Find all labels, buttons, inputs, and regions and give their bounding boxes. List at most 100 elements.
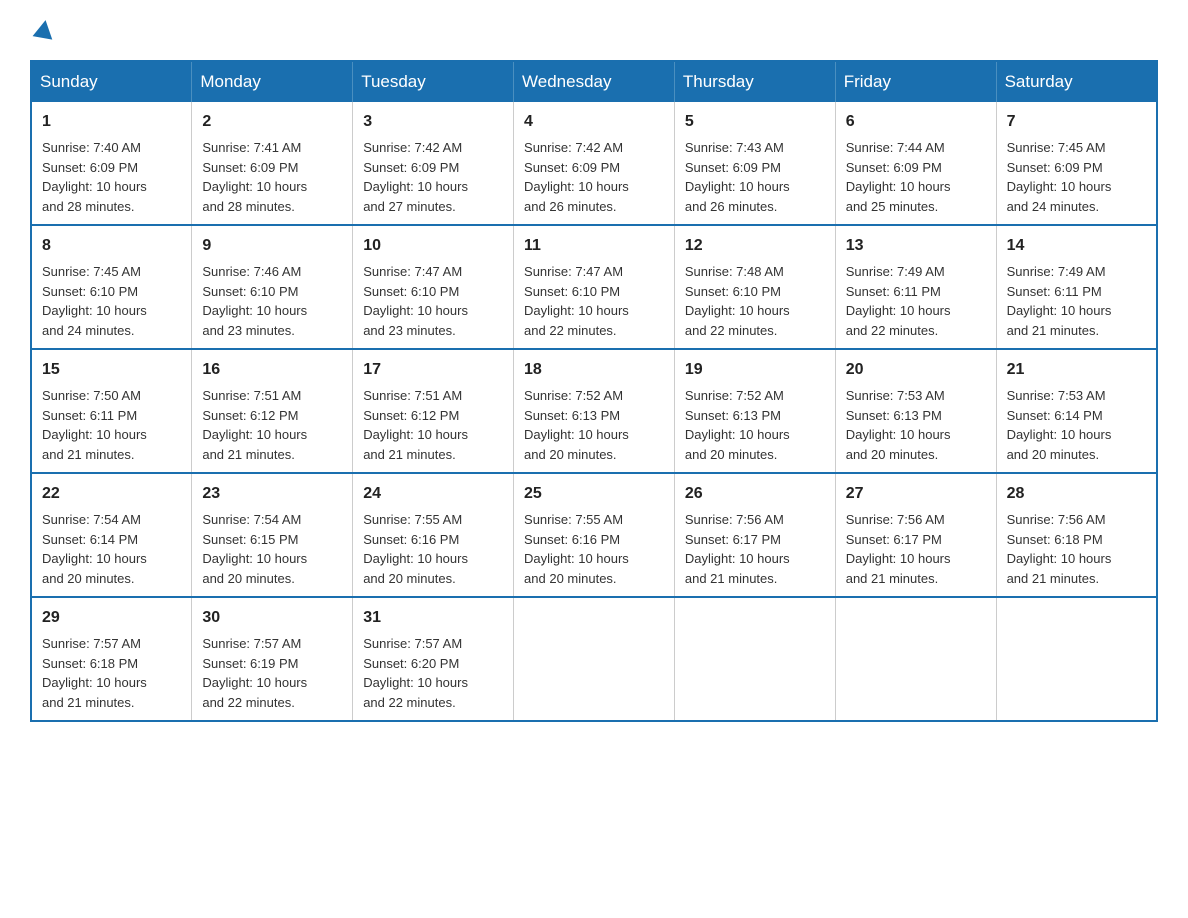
- day-number: 19: [685, 358, 825, 382]
- day-number: 17: [363, 358, 503, 382]
- day-number: 30: [202, 606, 342, 630]
- day-info: Sunrise: 7:53 AMSunset: 6:13 PMDaylight:…: [846, 388, 951, 462]
- day-number: 3: [363, 110, 503, 134]
- day-info: Sunrise: 7:45 AMSunset: 6:10 PMDaylight:…: [42, 264, 147, 338]
- day-info: Sunrise: 7:41 AMSunset: 6:09 PMDaylight:…: [202, 140, 307, 214]
- calendar-cell: 15 Sunrise: 7:50 AMSunset: 6:11 PMDaylig…: [31, 349, 192, 473]
- day-number: 15: [42, 358, 181, 382]
- day-number: 8: [42, 234, 181, 258]
- day-info: Sunrise: 7:45 AMSunset: 6:09 PMDaylight:…: [1007, 140, 1112, 214]
- day-info: Sunrise: 7:57 AMSunset: 6:19 PMDaylight:…: [202, 636, 307, 710]
- calendar-cell: 29 Sunrise: 7:57 AMSunset: 6:18 PMDaylig…: [31, 597, 192, 721]
- header-day-saturday: Saturday: [996, 61, 1157, 102]
- day-number: 9: [202, 234, 342, 258]
- day-number: 25: [524, 482, 664, 506]
- day-number: 26: [685, 482, 825, 506]
- day-number: 7: [1007, 110, 1146, 134]
- calendar-cell: 2 Sunrise: 7:41 AMSunset: 6:09 PMDayligh…: [192, 102, 353, 225]
- calendar-week-5: 29 Sunrise: 7:57 AMSunset: 6:18 PMDaylig…: [31, 597, 1157, 721]
- calendar-cell: 22 Sunrise: 7:54 AMSunset: 6:14 PMDaylig…: [31, 473, 192, 597]
- calendar-cell: [674, 597, 835, 721]
- calendar-cell: 21 Sunrise: 7:53 AMSunset: 6:14 PMDaylig…: [996, 349, 1157, 473]
- day-number: 27: [846, 482, 986, 506]
- calendar-cell: 7 Sunrise: 7:45 AMSunset: 6:09 PMDayligh…: [996, 102, 1157, 225]
- calendar-week-2: 8 Sunrise: 7:45 AMSunset: 6:10 PMDayligh…: [31, 225, 1157, 349]
- day-info: Sunrise: 7:54 AMSunset: 6:14 PMDaylight:…: [42, 512, 147, 586]
- calendar-cell: 6 Sunrise: 7:44 AMSunset: 6:09 PMDayligh…: [835, 102, 996, 225]
- day-info: Sunrise: 7:47 AMSunset: 6:10 PMDaylight:…: [363, 264, 468, 338]
- calendar-cell: 4 Sunrise: 7:42 AMSunset: 6:09 PMDayligh…: [514, 102, 675, 225]
- day-number: 11: [524, 234, 664, 258]
- day-info: Sunrise: 7:55 AMSunset: 6:16 PMDaylight:…: [363, 512, 468, 586]
- calendar-week-4: 22 Sunrise: 7:54 AMSunset: 6:14 PMDaylig…: [31, 473, 1157, 597]
- day-number: 23: [202, 482, 342, 506]
- calendar-cell: [514, 597, 675, 721]
- logo-arrow-icon: [33, 18, 56, 39]
- calendar-cell: 17 Sunrise: 7:51 AMSunset: 6:12 PMDaylig…: [353, 349, 514, 473]
- calendar-cell: 12 Sunrise: 7:48 AMSunset: 6:10 PMDaylig…: [674, 225, 835, 349]
- calendar-cell: 14 Sunrise: 7:49 AMSunset: 6:11 PMDaylig…: [996, 225, 1157, 349]
- header-row: SundayMondayTuesdayWednesdayThursdayFrid…: [31, 61, 1157, 102]
- day-info: Sunrise: 7:56 AMSunset: 6:17 PMDaylight:…: [846, 512, 951, 586]
- day-info: Sunrise: 7:48 AMSunset: 6:10 PMDaylight:…: [685, 264, 790, 338]
- header-day-thursday: Thursday: [674, 61, 835, 102]
- calendar-cell: 28 Sunrise: 7:56 AMSunset: 6:18 PMDaylig…: [996, 473, 1157, 597]
- page-header: [30, 20, 1158, 40]
- day-number: 4: [524, 110, 664, 134]
- day-info: Sunrise: 7:49 AMSunset: 6:11 PMDaylight:…: [1007, 264, 1112, 338]
- day-number: 6: [846, 110, 986, 134]
- calendar-cell: 26 Sunrise: 7:56 AMSunset: 6:17 PMDaylig…: [674, 473, 835, 597]
- logo: [30, 20, 54, 40]
- day-info: Sunrise: 7:51 AMSunset: 6:12 PMDaylight:…: [363, 388, 468, 462]
- day-info: Sunrise: 7:47 AMSunset: 6:10 PMDaylight:…: [524, 264, 629, 338]
- day-info: Sunrise: 7:44 AMSunset: 6:09 PMDaylight:…: [846, 140, 951, 214]
- day-number: 18: [524, 358, 664, 382]
- calendar-cell: 8 Sunrise: 7:45 AMSunset: 6:10 PMDayligh…: [31, 225, 192, 349]
- day-number: 21: [1007, 358, 1146, 382]
- calendar-cell: 31 Sunrise: 7:57 AMSunset: 6:20 PMDaylig…: [353, 597, 514, 721]
- day-info: Sunrise: 7:51 AMSunset: 6:12 PMDaylight:…: [202, 388, 307, 462]
- header-day-monday: Monday: [192, 61, 353, 102]
- day-info: Sunrise: 7:56 AMSunset: 6:18 PMDaylight:…: [1007, 512, 1112, 586]
- day-number: 13: [846, 234, 986, 258]
- calendar-cell: 1 Sunrise: 7:40 AMSunset: 6:09 PMDayligh…: [31, 102, 192, 225]
- day-info: Sunrise: 7:40 AMSunset: 6:09 PMDaylight:…: [42, 140, 147, 214]
- day-number: 10: [363, 234, 503, 258]
- day-info: Sunrise: 7:55 AMSunset: 6:16 PMDaylight:…: [524, 512, 629, 586]
- day-number: 16: [202, 358, 342, 382]
- day-number: 2: [202, 110, 342, 134]
- day-info: Sunrise: 7:53 AMSunset: 6:14 PMDaylight:…: [1007, 388, 1112, 462]
- calendar-cell: 11 Sunrise: 7:47 AMSunset: 6:10 PMDaylig…: [514, 225, 675, 349]
- header-day-sunday: Sunday: [31, 61, 192, 102]
- calendar-cell: 16 Sunrise: 7:51 AMSunset: 6:12 PMDaylig…: [192, 349, 353, 473]
- day-number: 20: [846, 358, 986, 382]
- day-info: Sunrise: 7:52 AMSunset: 6:13 PMDaylight:…: [524, 388, 629, 462]
- calendar-cell: 20 Sunrise: 7:53 AMSunset: 6:13 PMDaylig…: [835, 349, 996, 473]
- calendar-cell: 19 Sunrise: 7:52 AMSunset: 6:13 PMDaylig…: [674, 349, 835, 473]
- calendar-cell: 9 Sunrise: 7:46 AMSunset: 6:10 PMDayligh…: [192, 225, 353, 349]
- calendar-week-3: 15 Sunrise: 7:50 AMSunset: 6:11 PMDaylig…: [31, 349, 1157, 473]
- calendar-cell: 13 Sunrise: 7:49 AMSunset: 6:11 PMDaylig…: [835, 225, 996, 349]
- calendar-week-1: 1 Sunrise: 7:40 AMSunset: 6:09 PMDayligh…: [31, 102, 1157, 225]
- day-info: Sunrise: 7:49 AMSunset: 6:11 PMDaylight:…: [846, 264, 951, 338]
- calendar-cell: 10 Sunrise: 7:47 AMSunset: 6:10 PMDaylig…: [353, 225, 514, 349]
- calendar-cell: [996, 597, 1157, 721]
- calendar-cell: [835, 597, 996, 721]
- day-number: 1: [42, 110, 181, 134]
- day-info: Sunrise: 7:54 AMSunset: 6:15 PMDaylight:…: [202, 512, 307, 586]
- header-day-tuesday: Tuesday: [353, 61, 514, 102]
- calendar-cell: 5 Sunrise: 7:43 AMSunset: 6:09 PMDayligh…: [674, 102, 835, 225]
- calendar-cell: 18 Sunrise: 7:52 AMSunset: 6:13 PMDaylig…: [514, 349, 675, 473]
- day-number: 29: [42, 606, 181, 630]
- calendar-cell: 23 Sunrise: 7:54 AMSunset: 6:15 PMDaylig…: [192, 473, 353, 597]
- day-number: 24: [363, 482, 503, 506]
- day-number: 31: [363, 606, 503, 630]
- day-number: 5: [685, 110, 825, 134]
- calendar-table: SundayMondayTuesdayWednesdayThursdayFrid…: [30, 60, 1158, 722]
- day-info: Sunrise: 7:50 AMSunset: 6:11 PMDaylight:…: [42, 388, 147, 462]
- day-info: Sunrise: 7:43 AMSunset: 6:09 PMDaylight:…: [685, 140, 790, 214]
- day-number: 14: [1007, 234, 1146, 258]
- day-number: 28: [1007, 482, 1146, 506]
- day-number: 22: [42, 482, 181, 506]
- header-day-wednesday: Wednesday: [514, 61, 675, 102]
